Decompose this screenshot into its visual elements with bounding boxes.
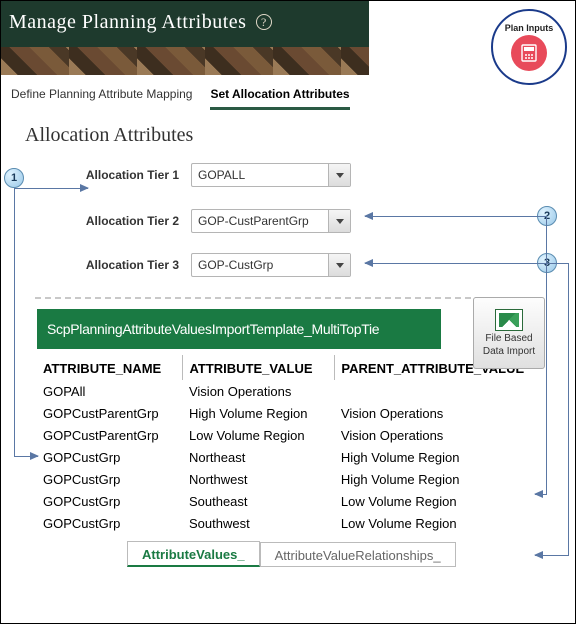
tier-3-value: GOP-CustGrp bbox=[192, 254, 328, 276]
top-tabs: Define Planning Attribute Mapping Set Al… bbox=[1, 75, 575, 110]
table-row: GOPCustGrp Northwest High Volume Region bbox=[37, 468, 553, 490]
tier-1-value: GOPALL bbox=[192, 164, 328, 186]
table-row: GOPCustGrp Southwest Low Volume Region bbox=[37, 512, 553, 534]
tier-2-select[interactable]: GOP-CustParentGrp bbox=[191, 209, 351, 233]
template-name-banner: ScpPlanningAttributeValuesImportTemplate… bbox=[37, 309, 441, 349]
sheet-tab-attribute-values[interactable]: AttributeValues_ bbox=[127, 541, 260, 567]
plan-inputs-label: Plan Inputs bbox=[505, 23, 554, 33]
callout-1: 1 bbox=[4, 168, 24, 188]
chevron-down-icon bbox=[336, 173, 344, 178]
col-attr-name: ATTRIBUTE_NAME bbox=[37, 355, 183, 380]
section-title: Allocation Attributes bbox=[1, 110, 575, 153]
sheet-tab-attribute-relationships[interactable]: AttributeValueRelationships_ bbox=[260, 542, 456, 567]
tier-row-3: Allocation Tier 3 GOP-CustGrp bbox=[1, 253, 575, 277]
tier-2-label: Allocation Tier 2 bbox=[1, 214, 191, 228]
table-row: GOPCustGrp Southeast Low Volume Region bbox=[37, 490, 553, 512]
tab-define-mapping[interactable]: Define Planning Attribute Mapping bbox=[11, 87, 192, 110]
chevron-down-icon bbox=[336, 263, 344, 268]
chevron-down-icon bbox=[336, 219, 344, 224]
plan-inputs-badge[interactable]: Plan Inputs bbox=[491, 9, 567, 85]
tier-3-dropdown-button[interactable] bbox=[328, 254, 350, 276]
tab-set-allocation[interactable]: Set Allocation Attributes bbox=[210, 87, 349, 110]
fbdi-label-2: Data Import bbox=[483, 346, 535, 357]
col-attr-value: ATTRIBUTE_VALUE bbox=[183, 355, 335, 380]
help-icon[interactable]: ? bbox=[256, 14, 272, 30]
sheet-tabs: AttributeValues_ AttributeValueRelations… bbox=[127, 540, 553, 566]
page-header: Manage Planning Attributes ? bbox=[1, 1, 369, 75]
tier-1-label: Allocation Tier 1 bbox=[1, 168, 191, 182]
table-row: GOPCustParentGrp High Volume Region Visi… bbox=[37, 402, 553, 424]
calculator-icon bbox=[511, 35, 547, 71]
tier-2-value: GOP-CustParentGrp bbox=[192, 210, 328, 232]
attribute-values-table: ATTRIBUTE_NAME ATTRIBUTE_VALUE PARENT_AT… bbox=[37, 355, 553, 534]
excel-icon bbox=[495, 309, 523, 331]
dashed-separator bbox=[35, 297, 541, 299]
page-title: Manage Planning Attributes ? bbox=[1, 1, 369, 34]
fbdi-label-1: File Based bbox=[485, 333, 532, 344]
table-row: GOPCustGrp Northeast High Volume Region bbox=[37, 446, 553, 468]
tier-row-2: Allocation Tier 2 GOP-CustParentGrp bbox=[1, 209, 575, 233]
tier-3-select[interactable]: GOP-CustGrp bbox=[191, 253, 351, 277]
header-decor bbox=[1, 47, 369, 75]
table-row: GOPAll Vision Operations bbox=[37, 380, 553, 402]
tier-3-label: Allocation Tier 3 bbox=[1, 258, 191, 272]
tier-2-dropdown-button[interactable] bbox=[328, 210, 350, 232]
page-title-text: Manage Planning Attributes bbox=[9, 11, 246, 33]
file-based-data-import-button[interactable]: File Based Data Import bbox=[473, 297, 545, 369]
tier-1-select[interactable]: GOPALL bbox=[191, 163, 351, 187]
tier-1-dropdown-button[interactable] bbox=[328, 164, 350, 186]
table-row: GOPCustParentGrp Low Volume Region Visio… bbox=[37, 424, 553, 446]
excel-template-block: ScpPlanningAttributeValuesImportTemplate… bbox=[37, 309, 553, 566]
